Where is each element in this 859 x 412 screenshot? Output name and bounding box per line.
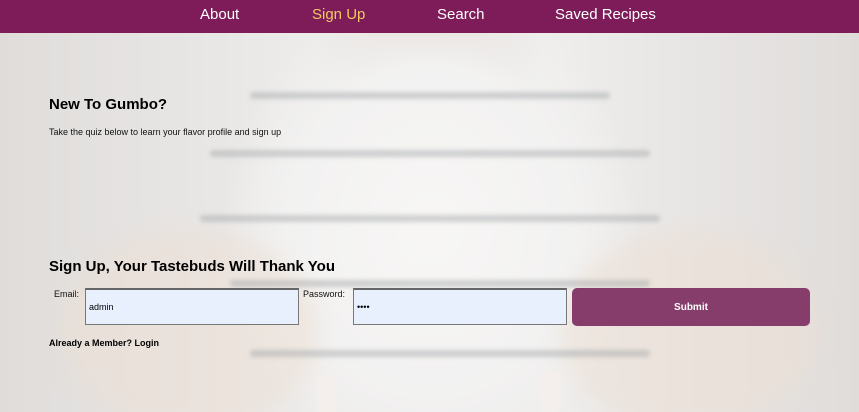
nav-about[interactable]: About <box>200 6 239 23</box>
login-link[interactable]: Already a Member? Login <box>49 338 159 348</box>
intro-subtitle: Take the quiz below to learn your flavor… <box>49 127 282 137</box>
nav-sign-up[interactable]: Sign Up <box>312 6 365 23</box>
top-nav-bar: About Sign Up Search Saved Recipes <box>0 0 859 33</box>
nav-search[interactable]: Search <box>437 6 485 23</box>
intro-title: New To Gumbo? <box>49 96 168 113</box>
password-label: Password: <box>303 289 346 299</box>
nav-saved-recipes[interactable]: Saved Recipes <box>555 6 656 23</box>
email-label: Email: <box>54 289 80 299</box>
background-photo <box>0 0 859 412</box>
password-field[interactable] <box>353 288 567 325</box>
signup-title: Sign Up, Your Tastebuds Will Thank You <box>49 258 335 275</box>
submit-button[interactable]: Submit <box>572 288 810 326</box>
email-field[interactable] <box>85 288 299 325</box>
